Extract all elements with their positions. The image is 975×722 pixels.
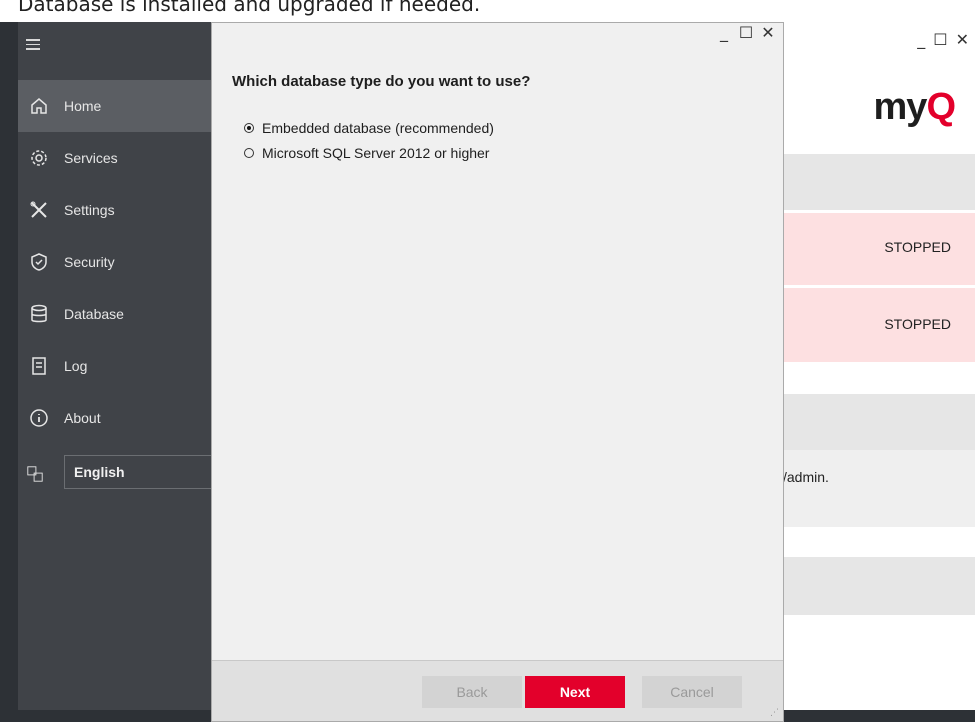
- sidebar-item-database[interactable]: Database: [18, 288, 228, 340]
- shield-icon: [28, 251, 50, 273]
- top-strip: Database is installed and upgraded if ne…: [0, 0, 975, 22]
- next-button[interactable]: Next: [525, 676, 625, 708]
- sidebar-item-log[interactable]: Log: [18, 340, 228, 392]
- dialog-footer: Back Next Cancel ⋰: [212, 660, 783, 721]
- radio-embedded-database[interactable]: Embedded database (recommended): [244, 120, 494, 136]
- tools-icon: [28, 199, 50, 221]
- dialog-window-controls: _ ☐ ✕: [717, 23, 775, 42]
- cancel-button[interactable]: Cancel: [642, 676, 742, 708]
- close-icon[interactable]: ✕: [956, 30, 969, 49]
- gear-icon: [28, 147, 50, 169]
- dialog-question: Which database type do you want to use?: [232, 73, 531, 90]
- sidebar: Home Services Settings Security Database…: [18, 22, 228, 710]
- admin-url-text: /admin.: [783, 469, 829, 485]
- sidebar-item-security[interactable]: Security: [18, 236, 228, 288]
- log-icon: [28, 355, 50, 377]
- minimize-icon[interactable]: _: [717, 23, 731, 42]
- status-badge: STOPPED: [884, 316, 951, 332]
- database-type-dialog: _ ☐ ✕ Which database type do you want to…: [211, 22, 784, 722]
- top-strip-text: Database is installed and upgraded if ne…: [18, 0, 481, 16]
- sidebar-item-about[interactable]: About: [18, 392, 228, 444]
- main-window-controls: _ ☐ ✕: [917, 30, 969, 49]
- maximize-icon[interactable]: ☐: [739, 23, 753, 42]
- database-icon: [28, 303, 50, 325]
- radio-label: Microsoft SQL Server 2012 or higher: [262, 145, 490, 161]
- back-button[interactable]: Back: [422, 676, 522, 708]
- sidebar-item-label: Services: [64, 150, 118, 166]
- radio-label: Embedded database (recommended): [262, 120, 494, 136]
- sidebar-item-label: About: [64, 410, 101, 426]
- radio-sql-server[interactable]: Microsoft SQL Server 2012 or higher: [244, 145, 489, 161]
- sidebar-item-label: Database: [64, 306, 124, 322]
- sidebar-item-services[interactable]: Services: [18, 132, 228, 184]
- sidebar-item-label: Log: [64, 358, 88, 374]
- sidebar-item-label: Home: [64, 98, 102, 114]
- sidebar-item-home[interactable]: Home: [18, 80, 228, 132]
- radio-button[interactable]: [244, 148, 254, 158]
- sidebar-item-label: Settings: [64, 202, 115, 218]
- radio-button-checked[interactable]: [244, 123, 254, 133]
- home-icon: [28, 95, 50, 117]
- maximize-icon[interactable]: ☐: [933, 30, 947, 49]
- sidebar-item-settings[interactable]: Settings: [18, 184, 228, 236]
- language-icon: [24, 463, 46, 485]
- minimize-icon[interactable]: _: [917, 30, 925, 49]
- close-icon[interactable]: ✕: [761, 23, 775, 42]
- sidebar-item-label: Security: [64, 254, 115, 270]
- resize-grip-icon[interactable]: ⋰: [770, 708, 779, 718]
- status-badge: STOPPED: [884, 239, 951, 255]
- myq-logo: myQ: [873, 86, 956, 128]
- info-icon: [28, 407, 50, 429]
- language-select[interactable]: English: [64, 455, 228, 489]
- hamburger-menu-icon[interactable]: [26, 36, 46, 56]
